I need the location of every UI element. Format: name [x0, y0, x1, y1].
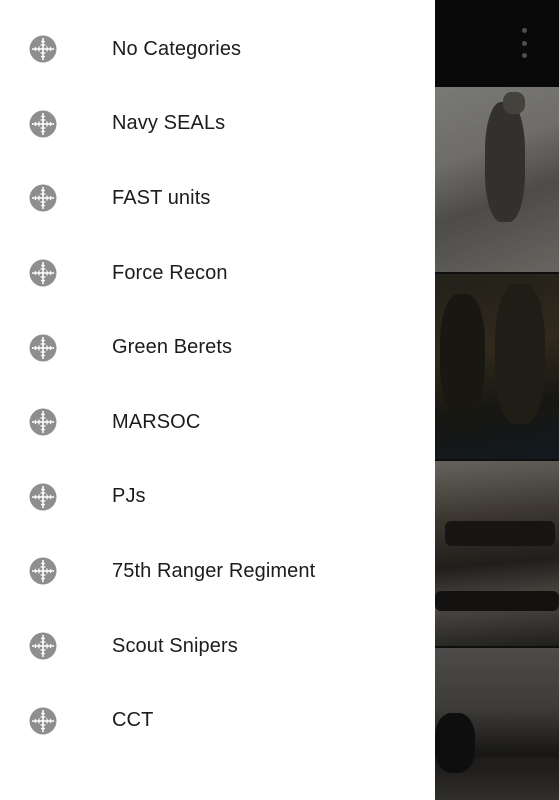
app-screen: No Categories Navy SEALs FAST units Forc… — [0, 0, 559, 800]
drawer-item-pjs[interactable]: PJs — [0, 460, 435, 535]
category-label: PJs — [112, 485, 146, 508]
crosshair-icon — [29, 707, 57, 735]
category-label: FAST units — [112, 186, 211, 209]
drawer-item-force-recon[interactable]: Force Recon — [0, 236, 435, 311]
crosshair-icon — [29, 110, 57, 138]
drawer-item-75th-ranger-regiment[interactable]: 75th Ranger Regiment — [0, 534, 435, 609]
crosshair-icon — [29, 35, 57, 63]
category-label: CCT — [112, 709, 154, 732]
crosshair-icon — [29, 557, 57, 585]
drawer-item-marsoc[interactable]: MARSOC — [0, 385, 435, 460]
category-label: Force Recon — [112, 261, 228, 284]
category-label: Navy SEALs — [112, 112, 226, 135]
category-label: Green Berets — [112, 336, 233, 359]
crosshair-icon — [29, 334, 57, 362]
crosshair-icon — [29, 632, 57, 660]
drawer-item-green-berets[interactable]: Green Berets — [0, 310, 435, 385]
crosshair-icon — [29, 259, 57, 287]
drawer-item-fast-units[interactable]: FAST units — [0, 161, 435, 236]
drawer-item-scout-snipers[interactable]: Scout Snipers — [0, 609, 435, 684]
navigation-drawer: No Categories Navy SEALs FAST units Forc… — [0, 0, 435, 800]
crosshair-icon — [29, 483, 57, 511]
category-label: 75th Ranger Regiment — [112, 559, 316, 582]
crosshair-icon — [29, 408, 57, 436]
category-label: No Categories — [112, 37, 242, 60]
category-label: MARSOC — [112, 410, 201, 433]
category-list: No Categories Navy SEALs FAST units Forc… — [0, 0, 435, 758]
crosshair-icon — [29, 184, 57, 212]
drawer-item-cct[interactable]: CCT — [0, 683, 435, 758]
drawer-item-navy-seals[interactable]: Navy SEALs — [0, 87, 435, 162]
category-label: Scout Snipers — [112, 634, 238, 657]
drawer-item-no-categories[interactable]: No Categories — [0, 12, 435, 87]
